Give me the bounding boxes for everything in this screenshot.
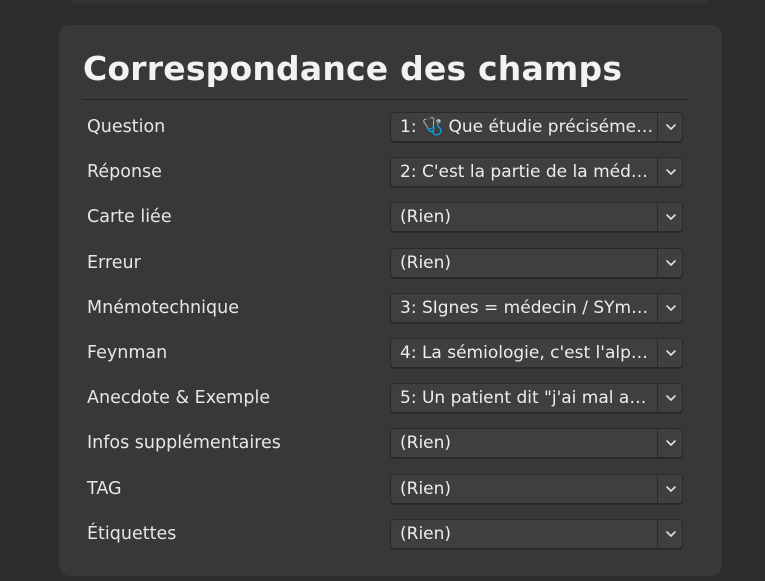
field-label: Erreur: [87, 252, 141, 273]
chevron-down-icon: [666, 124, 676, 130]
field-select-reponse[interactable]: 2: C'est la partie de la médecine qui ét…: [390, 157, 683, 188]
field-select-carte-liee[interactable]: (Rien): [390, 202, 683, 233]
chevron-down-icon: [666, 395, 676, 401]
select-value: 5: Un patient dit "j'ai mal au ventre": [400, 388, 655, 409]
select-separator: [657, 474, 658, 503]
field-select-anecdote-exemple[interactable]: 5: Un patient dit "j'ai mal au ventre": [390, 383, 683, 414]
select-value: 3: SIgnes = médecin / SYmptômes = patien…: [400, 297, 655, 318]
field-label: Infos supplémentaires: [87, 433, 281, 454]
field-mapping-panel: Correspondance des champs Question 1: 🩺 …: [59, 25, 722, 576]
field-mapping-list: Question 1: 🩺 Que étudie précisément la …: [59, 105, 722, 557]
field-label: Feynman: [87, 342, 168, 363]
chevron-down-icon: [666, 304, 676, 311]
select-value: 2: C'est la partie de la médecine qui ét…: [400, 162, 655, 183]
field-label: Carte liée: [87, 207, 172, 228]
field-label: Question: [87, 117, 166, 137]
select-value: 4: La sémiologie, c'est l'alphabet du mé…: [400, 342, 655, 363]
select-value: (Rien): [400, 433, 452, 454]
field-select-infos-supplementaires[interactable]: (Rien): [390, 428, 683, 459]
chevron-down-icon: [666, 350, 676, 356]
field-row-reponse: Réponse 2: C'est la partie de la médecin…: [59, 150, 722, 195]
field-label: Réponse: [87, 162, 162, 183]
field-row-mnemotechnique: Mnémotechnique 3: SIgnes = médecin / SYm…: [59, 286, 722, 331]
field-select-etiquettes[interactable]: (Rien): [390, 518, 683, 549]
top-strip: [0, 0, 765, 8]
chevron-down-icon: [666, 530, 676, 537]
chevron-down-icon: [666, 259, 676, 266]
field-select-erreur[interactable]: (Rien): [390, 247, 683, 278]
select-separator: [657, 519, 658, 548]
select-value: 1: 🩺 Que étudie précisément la sémiologi…: [400, 117, 655, 137]
field-select-feynman[interactable]: 4: La sémiologie, c'est l'alphabet du mé…: [390, 337, 683, 368]
panel-title: Correspondance des champs: [83, 49, 623, 88]
field-row-anecdote-exemple: Anecdote & Exemple 5: Un patient dit "j'…: [59, 376, 722, 421]
field-select-mnemotechnique[interactable]: 3: SIgnes = médecin / SYmptômes = patien…: [390, 292, 683, 323]
select-separator: [657, 293, 658, 322]
field-label: TAG: [87, 478, 122, 499]
select-value: (Rien): [400, 207, 452, 228]
select-separator: [657, 248, 658, 277]
select-separator: [657, 158, 658, 187]
field-row-feynman: Feynman 4: La sémiologie, c'est l'alphab…: [59, 331, 722, 376]
select-value: (Rien): [400, 478, 452, 499]
field-row-etiquettes: Étiquettes (Rien): [59, 512, 722, 557]
field-row-question: Question 1: 🩺 Que étudie précisément la …: [59, 105, 722, 150]
field-row-carte-liee: Carte liée (Rien): [59, 195, 722, 240]
field-label: Anecdote & Exemple: [87, 388, 271, 409]
select-separator: [657, 203, 658, 232]
previous-panel-edge: [70, 0, 710, 4]
field-select-question[interactable]: 1: 🩺 Que étudie précisément la sémiologi…: [390, 112, 683, 142]
select-separator: [657, 429, 658, 458]
chevron-down-icon: [666, 169, 676, 175]
field-row-tag: TAG (Rien): [59, 467, 722, 512]
chevron-down-icon: [666, 214, 676, 221]
select-value: (Rien): [400, 252, 452, 273]
field-select-tag[interactable]: (Rien): [390, 473, 683, 504]
select-separator: [657, 338, 658, 367]
title-divider: [82, 99, 688, 100]
field-row-infos-supplementaires: Infos supplémentaires (Rien): [59, 421, 722, 466]
chevron-down-icon: [666, 440, 676, 447]
field-label: Mnémotechnique: [87, 297, 239, 318]
field-label: Étiquettes: [87, 523, 177, 544]
select-separator: [657, 384, 658, 413]
select-value: (Rien): [400, 523, 452, 544]
select-separator: [657, 113, 658, 141]
field-row-erreur: Erreur (Rien): [59, 241, 722, 286]
chevron-down-icon: [666, 485, 676, 492]
